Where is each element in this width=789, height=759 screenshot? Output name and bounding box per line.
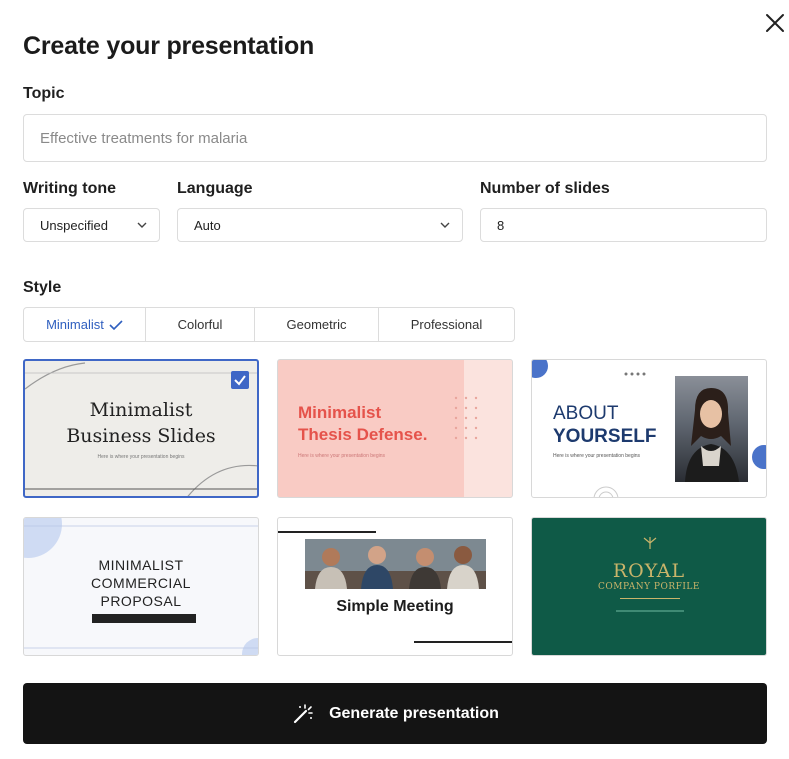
leaf-icon: [643, 537, 657, 549]
tab-minimalist[interactable]: Minimalist: [24, 308, 146, 341]
slides-value: 8: [497, 218, 505, 233]
template-subtitle: Here is where your presentation begins: [298, 453, 385, 459]
generate-presentation-button[interactable]: Generate presentation: [23, 683, 767, 744]
people-icon: [305, 539, 486, 589]
template-title-line: ABOUT: [553, 403, 619, 424]
subtitle-bar: [92, 614, 196, 623]
tab-geometric[interactable]: Geometric: [255, 308, 379, 341]
chevron-down-icon: [440, 222, 450, 228]
writing-tone-value: Unspecified: [40, 218, 108, 233]
tab-label: Colorful: [177, 317, 223, 332]
template-title-line: PROPOSAL: [100, 593, 182, 609]
template-simple-meeting[interactable]: Simple Meeting: [277, 517, 513, 656]
style-label: Style: [23, 279, 62, 296]
slides-input[interactable]: 8: [480, 208, 767, 242]
meeting-photo: [305, 539, 486, 589]
slides-label: Number of slides: [480, 180, 610, 197]
check-icon: [109, 319, 123, 330]
template-title: Simple Meeting: [336, 598, 454, 615]
topic-field[interactable]: [23, 114, 767, 162]
writing-tone-select[interactable]: Unspecified: [23, 208, 160, 242]
template-royal-profile[interactable]: ROYAL COMPANY PORFILE: [531, 517, 767, 656]
person-photo: [675, 376, 748, 482]
writing-tone-label: Writing tone: [23, 180, 117, 197]
language-select[interactable]: Auto: [177, 208, 463, 242]
close-button[interactable]: [763, 11, 787, 35]
template-title-line: COMMERCIAL: [91, 575, 191, 591]
template-title-line: MINIMALIST: [98, 557, 184, 573]
template-title: MINIMALIST COMMERCIAL PROPOSAL: [24, 556, 258, 610]
template-title-line: Business Slides: [66, 425, 216, 447]
dialog-title: Create your presentation: [23, 32, 315, 60]
template-commercial-proposal[interactable]: MINIMALIST COMMERCIAL PROPOSAL: [23, 517, 259, 656]
template-title: Minimalist Business Slides: [25, 397, 257, 449]
chevron-down-icon: [137, 222, 147, 228]
template-about-yourself[interactable]: ABOUT YOURSELF Here is where your presen…: [531, 359, 767, 498]
topic-label: Topic: [23, 85, 65, 102]
person-icon: [685, 388, 739, 482]
topic-input[interactable]: [24, 115, 766, 161]
tab-professional[interactable]: Professional: [379, 308, 514, 341]
template-title-line: YOURSELF: [553, 426, 657, 447]
close-icon: [766, 14, 784, 32]
tab-colorful[interactable]: Colorful: [146, 308, 255, 341]
template-thesis-defense[interactable]: Minimalist Thesis Defense. Here is where…: [277, 359, 513, 498]
template-subtitle: COMPANY PORFILE: [598, 582, 700, 592]
generate-label: Generate presentation: [329, 704, 499, 722]
template-minimalist-business[interactable]: Minimalist Business Slides Here is where…: [23, 359, 259, 498]
template-subtitle: Here is where your presentation begins: [97, 454, 185, 460]
tab-label: Professional: [410, 317, 483, 332]
style-tabs: Minimalist Colorful Geometric Profession…: [23, 307, 515, 342]
check-icon: [234, 375, 246, 386]
selected-badge: [231, 371, 249, 389]
dot-pattern: [454, 396, 478, 440]
language-value: Auto: [194, 218, 221, 233]
template-title: ROYAL: [612, 560, 686, 582]
language-label: Language: [177, 180, 253, 197]
template-title: ABOUT YOURSELF: [553, 402, 656, 448]
tab-label: Minimalist: [46, 317, 104, 332]
template-title-line: Minimalist: [298, 403, 382, 422]
template-subtitle: Here is where your presentation begins: [553, 453, 640, 459]
template-title: Minimalist Thesis Defense.: [298, 402, 427, 446]
divider: [620, 598, 680, 599]
template-title-line: Minimalist: [89, 399, 193, 421]
subtitle-bar: [616, 610, 684, 612]
magic-wand-icon: [293, 703, 313, 723]
template-title-line: Thesis Defense.: [298, 425, 428, 444]
tab-label: Geometric: [286, 317, 347, 332]
